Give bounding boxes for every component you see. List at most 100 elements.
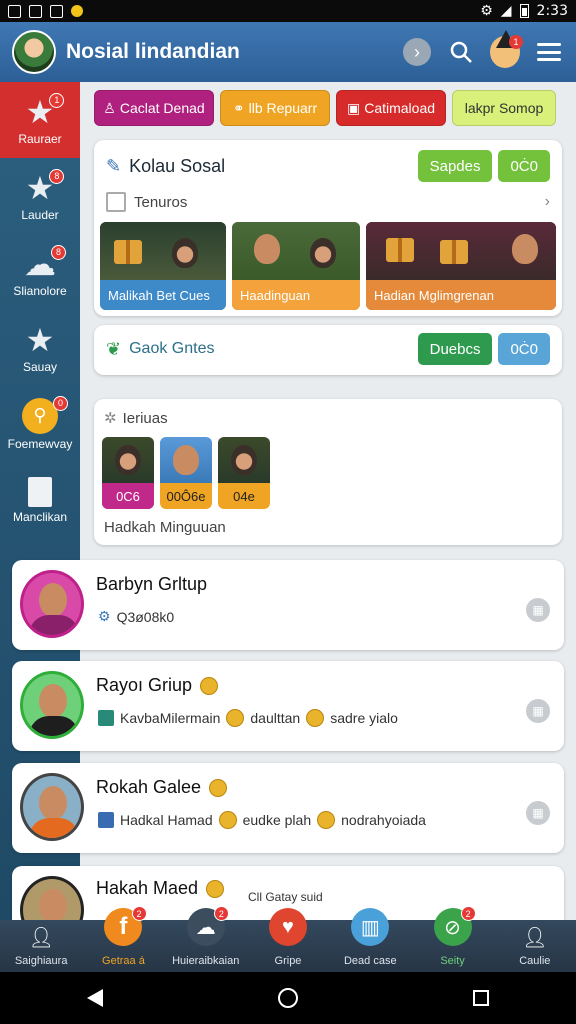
nav-item-huieraibkaian[interactable]: ☁ 2 Huieraibkaian	[165, 906, 247, 972]
sapdes-button[interactable]: Sapdes	[417, 150, 493, 182]
nav-item-gripe[interactable]: ♥ Gripe	[247, 908, 329, 972]
menu-button[interactable]	[534, 37, 564, 67]
nav-label: Getraa á	[102, 955, 145, 967]
gift-icon	[440, 240, 468, 264]
leaf-icon: ❦	[106, 338, 122, 359]
promo-card[interactable]: Haadinguan	[232, 222, 360, 310]
contact-row[interactable]: Barbyn Grltup ⚙ Q3ø08k0 ▦	[12, 560, 564, 650]
contact-row[interactable]: Rayoı Griup KavbaMilermain daulttan sadr…	[12, 661, 564, 751]
sidebar-badge: 8	[51, 244, 66, 260]
promo-card[interactable]: Malikah Bet Cues	[100, 222, 226, 310]
contact-name-text: Hakah Maed	[96, 878, 199, 898]
avatar	[20, 570, 84, 638]
nav-item-saighiaura[interactable]: 👤︎ Saighiaura	[0, 920, 82, 972]
sidebar-item-manclikan[interactable]: Manclikan	[0, 462, 80, 538]
tenuros-row[interactable]: Tenuros ›	[94, 182, 562, 222]
forward-button[interactable]: ›	[402, 37, 432, 67]
person-image	[173, 445, 199, 475]
sidebar-item-label: Foemewvay	[7, 436, 73, 451]
person-image	[172, 238, 198, 268]
profile-avatar[interactable]	[12, 30, 56, 74]
nav-label: Caulie	[519, 955, 551, 967]
screenshot-icon	[8, 4, 21, 18]
tile-item[interactable]: 0C6	[102, 437, 154, 509]
contact-meta: ⚙ Q3ø08k0	[98, 608, 174, 625]
sidebar-item-slianolore[interactable]: ☁ 8 Slianolore	[0, 234, 80, 310]
back-icon[interactable]	[87, 989, 104, 1007]
counter-button[interactable]: 0Ċ0	[498, 150, 550, 182]
sidebar-item-label: Slianolore	[13, 283, 67, 298]
nav-badge: 2	[213, 906, 229, 921]
counter-button[interactable]: 0Ċ0	[498, 333, 550, 365]
home-icon[interactable]	[277, 988, 298, 1008]
quick-action-catimaload[interactable]: ▣ Catimaload	[336, 90, 446, 126]
app-header: Nosial lindandian › 1	[0, 22, 576, 82]
chevron-right-icon: ›	[544, 193, 550, 210]
card-title: Ieriuas	[122, 409, 168, 427]
card-footer: Hadkah Minguuan	[104, 519, 226, 536]
tile-value: 04e	[218, 483, 270, 509]
contact-name: Barbyn Grltup	[96, 574, 207, 595]
goals-card: ❦ Gaok Gntes Duebcs 0Ċ0	[94, 325, 562, 375]
sidebar-item-label: Rauraer	[18, 131, 62, 146]
sidebar-item-foemewvay[interactable]: ⚲ 0 Foemewvay	[0, 386, 80, 462]
nav-item-seity[interactable]: ⊘ 2 Seity	[411, 906, 493, 972]
quick-action-repuarr[interactable]: ⚭ llb Repuarr	[220, 90, 330, 126]
document-icon	[28, 476, 52, 507]
coin-icon: ⚲ 0	[22, 395, 68, 434]
clock: 2:33	[536, 3, 568, 19]
coin-icon	[306, 709, 325, 727]
promo-card[interactable]: Hadian Mglimgrenan	[366, 222, 556, 310]
nav-label: Gripe	[274, 955, 302, 967]
person-image	[115, 445, 141, 475]
grid-action-icon[interactable]: ▦	[526, 699, 550, 723]
tile-item[interactable]: 04e	[218, 437, 270, 509]
duebcs-button[interactable]: Duebcs	[417, 333, 493, 365]
person-image	[512, 234, 538, 264]
quick-action-caclat-denad[interactable]: ♙ Caclat Denad	[94, 90, 214, 126]
quick-action-label: llb Repuarr	[248, 100, 318, 116]
meta-text: eudke plah	[242, 812, 312, 828]
gift-icon	[114, 240, 142, 264]
sidebar-item-label: Lauder	[21, 207, 59, 222]
grid-icon	[106, 192, 126, 212]
nav-item-caulie[interactable]: 👤︎ Caulie	[494, 920, 576, 972]
nav-item-getraa[interactable]: f 2 Getraa á	[82, 906, 164, 972]
image-icon	[50, 4, 63, 18]
status-bar: ⚙ ◢ 2:33	[0, 0, 576, 22]
card-title: Gaok Gntes	[129, 340, 215, 357]
sidebar-item-lauder[interactable]: ★ 8 Lauder	[0, 158, 80, 234]
box-icon: ▣	[346, 99, 361, 116]
meta-text: Q3ø08k0	[116, 608, 175, 625]
recent-apps-icon[interactable]	[472, 990, 489, 1006]
main-content: ♙ Caclat Denad ⚭ llb Repuarr ▣ Catimaload l…	[80, 82, 576, 545]
quick-action-somop[interactable]: lakpr Somop	[452, 90, 556, 126]
coin-icon	[218, 811, 237, 829]
promo-caption: Malikah Bet Cues	[100, 280, 226, 310]
card-title: Kolau Sosal	[129, 155, 226, 176]
sidebar-item-sauay[interactable]: ★ Sauay	[0, 310, 80, 386]
tile-item[interactable]: 00Ô6e	[160, 437, 212, 509]
download-icon	[29, 4, 42, 18]
grid-action-icon[interactable]: ▦	[526, 801, 550, 825]
contact-row[interactable]: Rokah Galee Hadkal Hamad eudke plah nodr…	[12, 763, 564, 853]
coin-icon	[226, 709, 245, 727]
promo-caption: Hadian Mglimgrenan	[366, 280, 556, 310]
menu-icon	[537, 43, 561, 61]
contact-name-text: Rayoı Griup	[96, 675, 193, 695]
pencil-icon: ✎	[106, 155, 122, 176]
person-image	[254, 234, 280, 264]
grid-action-icon[interactable]: ▦	[526, 598, 550, 622]
sidebar-item-rauraer[interactable]: ★ 1 Rauraer	[0, 82, 80, 158]
user-icon: 👤︎	[522, 926, 548, 949]
search-button[interactable]	[446, 37, 476, 67]
quick-action-label: lakpr Somop	[464, 100, 544, 116]
app-title: Nosial lindandian	[66, 40, 240, 63]
nav-item-dead-case[interactable]: ▥ Dead case	[329, 908, 411, 972]
tile-row: 0C6 00Ô6e 04e	[94, 427, 562, 509]
promo-row: Malikah Bet Cues Haadinguan Hadian Mglim…	[94, 222, 562, 310]
image-icon	[98, 812, 114, 828]
notifications-button[interactable]: 1	[490, 30, 523, 68]
avatar	[20, 773, 84, 841]
chat-icon: ☁ 8	[24, 244, 66, 281]
